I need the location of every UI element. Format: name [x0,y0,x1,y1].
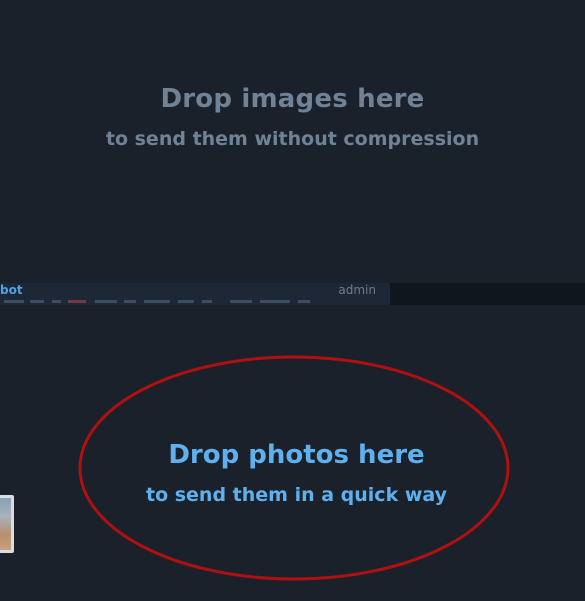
drop-images-zone[interactable]: Drop images here to send them without co… [0,0,585,283]
chat-window: Drop images here to send them without co… [0,0,585,601]
message-sender-name[interactable]: bot [0,283,23,297]
drop-photos-subtitle: to send them in a quick way [145,484,447,506]
drop-images-subtitle: to send them without compression [105,128,480,150]
message-preview-strip: bot admin [0,283,390,305]
photo-thumbnail-image [0,498,11,550]
sender-role-badge: admin [338,283,376,297]
drop-photos-zone[interactable]: Drop photos here to send them in a quick… [0,305,585,601]
chat-panel-edge [390,283,585,305]
photo-thumbnail[interactable] [0,495,14,553]
drop-images-title: Drop images here [160,84,425,114]
drop-photos-title: Drop photos here [168,440,425,470]
